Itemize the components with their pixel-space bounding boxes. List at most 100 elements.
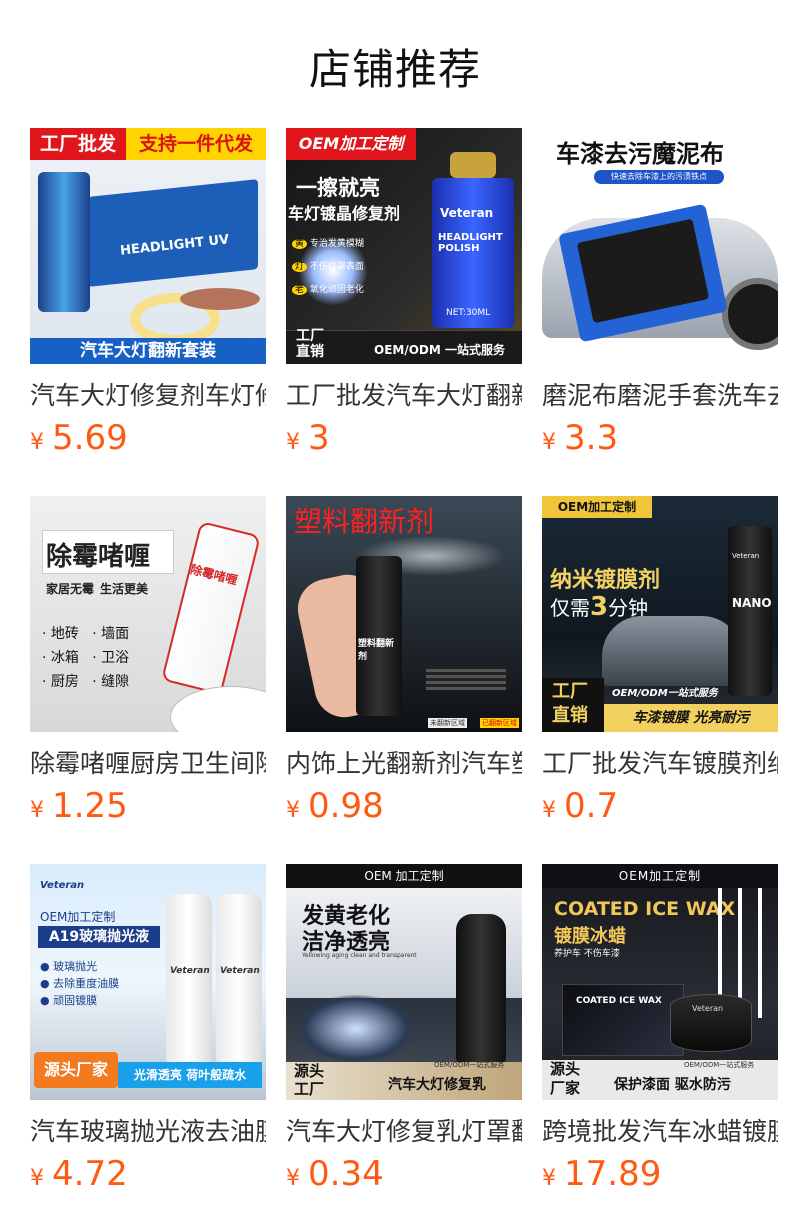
bottle-brand: Veteran [440,206,494,220]
car-wheel [722,278,778,350]
service-text: OEM/ODM一站式服务 [612,688,718,699]
brand-logo: Veteran [40,880,85,891]
image-english-sub: Yellowing aging clean and transparent [302,952,417,959]
factory-label-1: 工厂 [552,681,588,702]
currency-symbol: ¥ [286,430,300,455]
product-name[interactable]: 除霉啫喱厨房卫生间除霉剂 [30,744,266,778]
slogan-banner: 光滑透亮 荷叶般疏水 [118,1062,262,1088]
slogan-text: 汽车大灯修复乳 [388,1077,486,1093]
product-card[interactable]: 工厂批发 支持一件代发 HEADLIGHT UV 汽车大灯翻新套装 汽车大灯修复… [30,128,266,496]
product-image[interactable]: OEM加工定制 COATED ICE WAX 镀膜冰蜡 养护车 不伤车漆 COA… [542,864,778,1100]
vent [426,666,506,690]
product-card[interactable]: Veteran OEM加工定制 A19玻璃抛光液 ● 玻璃抛光 ● 去除重度油膜… [30,864,266,1232]
image-subheadline: 车灯镀晶修复剂 [288,204,401,223]
product-name[interactable]: 汽车大灯修复乳灯罩翻新 [286,1112,522,1146]
currency-symbol: ¥ [542,798,556,823]
headline-part: 仅需 [550,596,590,620]
slogan-text: 保护漆面 驱水防污 [614,1077,731,1093]
image-tag-oem: OEM 加工定制 [286,864,522,888]
area-label-after: 已翻新区域 [480,718,519,728]
usage-item: · 墙面 [92,626,130,642]
feature-badge: 灯 [292,262,308,272]
bottle-label: NANO [732,596,772,610]
product-card[interactable]: OEM加工定制 COATED ICE WAX 镀膜冰蜡 养护车 不伤车漆 COA… [542,864,778,1232]
factory-label: 工厂 直销 [552,680,588,728]
image-tag-oem: OEM加工定制 [286,128,416,160]
usage-item: · 缝隙 [92,674,130,690]
product-card[interactable]: OEM加工定制 纳米镀膜剂 仅需3分钟 Veteran NANO OEM/ODM… [542,496,778,864]
product-price: ¥3.3 [542,418,618,458]
source-label-2: 工厂 [294,1080,325,1098]
car-body [602,616,742,686]
product-image[interactable]: Veteran OEM加工定制 A19玻璃抛光液 ● 玻璃抛光 ● 去除重度油膜… [30,864,266,1100]
currency-symbol: ¥ [286,798,300,823]
image-headline: 除霉啫喱 [46,542,151,572]
feature-badge: 老 [292,285,308,295]
product-image[interactable]: 塑料翻新剂 塑料翻新剂 未翻新区域 已翻新区域 [286,496,522,732]
product-name[interactable]: 工厂批发汽车大灯翻新修复剂 [286,376,522,410]
image-sub: 养护车 不伤车漆 [554,949,620,959]
slogan-banner: 车漆镀膜 光亮耐污 [604,704,778,732]
price-value: 17.89 [564,1154,662,1194]
product-card[interactable]: 塑料翻新剂 塑料翻新剂 未翻新区域 已翻新区域 内饰上光翻新剂汽车塑料件 ¥0.… [286,496,522,864]
feature-text: 不伤灯罩表面 [309,262,364,272]
product-card[interactable]: OEM加工定制 一擦就亮 车灯镀晶修复剂 Veteran HEADLIGHT P… [286,128,522,496]
product-image[interactable]: OEM加工定制 一擦就亮 车灯镀晶修复剂 Veteran HEADLIGHT P… [286,128,522,364]
page-title: 店铺推荐 [308,45,481,94]
image-headline: 纳米镀膜剂 [550,568,661,593]
gel-tube [161,520,261,696]
bottle-label: HEADLIGHT POLISH [438,232,503,254]
product-price: ¥0.34 [286,1154,384,1194]
box-label: COATED ICE WAX [576,996,662,1006]
currency-symbol: ¥ [286,1166,300,1191]
price-value: 0.98 [308,786,384,826]
bottle-brand: Veteran [170,966,210,976]
product-image[interactable]: 工厂批发 支持一件代发 HEADLIGHT UV 汽车大灯翻新套装 [30,128,266,364]
image-sub1: 家居无霉 [46,582,95,596]
jar-brand: Veteran [692,1004,724,1013]
price-value: 0.34 [308,1154,384,1194]
headline-number: 3 [590,592,609,622]
light-strip [758,888,762,1018]
usage-item: · 冰箱 [42,650,79,666]
factory-label-2: 直销 [552,705,588,726]
headlight [296,994,416,1064]
product-name[interactable]: 内饰上光翻新剂汽车塑料件 [286,744,522,778]
bottle-label: 塑料翻新剂 [358,639,395,662]
product-name[interactable]: 汽车玻璃抛光液去油膜 [30,1112,266,1146]
product-card[interactable]: 除霉啫喱 家居无霉 生活更美 · 地砖 · 墙面 · 冰箱 · 卫浴 · 厨房 … [30,496,266,864]
wax-box [562,984,684,1056]
product-price: ¥0.98 [286,786,384,826]
service-text: OEM/ODM 一站式服务 [374,343,506,357]
feature-text: 玻璃抛光 [53,960,98,973]
product-image[interactable]: OEM 加工定制 发黄老化 洁净透亮 Yellowing aging clean… [286,864,522,1100]
feature-text: 顽固镀膜 [53,994,98,1007]
image-tag-source: 源头厂家 [34,1052,118,1088]
image-sub2: 生活更美 [100,582,149,596]
currency-symbol: ¥ [542,430,556,455]
product-name[interactable]: 跨境批发汽车冰蜡镀膜蜡 [542,1112,778,1146]
usage-item: · 卫浴 [92,650,130,666]
image-headline: 车漆去污魔泥布 [556,140,724,168]
currency-symbol: ¥ [30,798,44,823]
feature-text: 专治发黄模糊 [309,239,364,249]
source-label-2: 厂家 [550,1079,581,1097]
product-name[interactable]: 汽车大灯修复剂车灯修复套装 [30,376,266,410]
product-name[interactable]: 工厂批发汽车镀膜剂纳米 [542,744,778,778]
product-card[interactable]: OEM 加工定制 发黄老化 洁净透亮 Yellowing aging clean… [286,864,522,1232]
feature-text: 去除重度油膜 [53,977,120,990]
product-card[interactable]: 车漆去污魔泥布 快速去除车漆上的污渍铁点 磨泥布磨泥手套洗车去污 ¥3.3 [542,128,778,496]
product-image[interactable]: OEM加工定制 纳米镀膜剂 仅需3分钟 Veteran NANO OEM/ODM… [542,496,778,732]
product-image[interactable]: 车漆去污魔泥布 快速去除车漆上的污渍铁点 [542,128,778,364]
price-value: 0.7 [564,786,619,826]
price-value: 3.3 [564,418,619,458]
product-image[interactable]: 除霉啫喱 家居无霉 生活更美 · 地砖 · 墙面 · 冰箱 · 卫浴 · 厨房 … [30,496,266,732]
product-name[interactable]: 磨泥布磨泥手套洗车去污 [542,376,778,410]
usage-item: · 厨房 [42,674,79,690]
feature-text: 氧化顽固老化 [309,285,364,295]
kit-box [88,179,258,287]
factory-label-2: 直销 [296,344,324,360]
product-price: ¥1.25 [30,786,128,826]
bottle-brand: Veteran [732,552,760,560]
bottle-brand: Veteran [220,966,260,976]
